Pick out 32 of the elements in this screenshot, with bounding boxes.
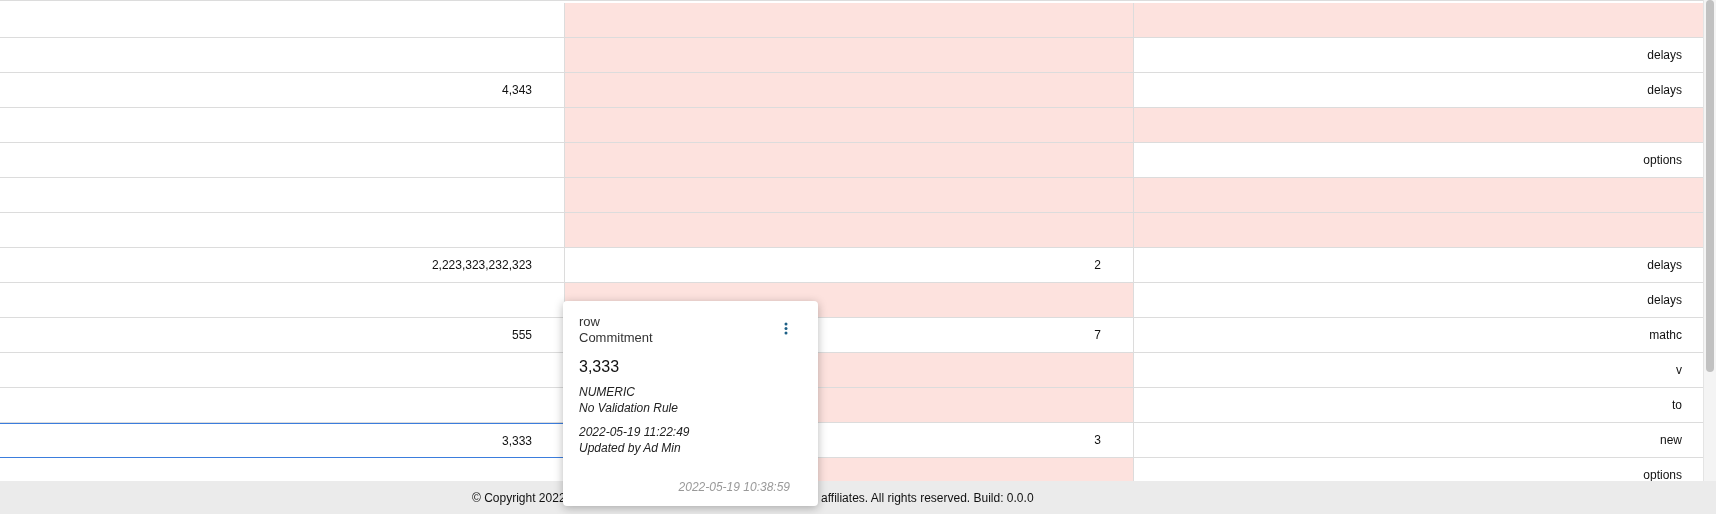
table-cell[interactable] bbox=[1133, 213, 1703, 248]
table-cell[interactable]: delays bbox=[1133, 38, 1703, 73]
table-cell[interactable]: mathc bbox=[1133, 318, 1703, 353]
table-cell[interactable] bbox=[564, 108, 1133, 143]
table-cell[interactable]: 2 bbox=[564, 248, 1133, 283]
table-cell[interactable]: delays bbox=[1133, 283, 1703, 318]
table-cell[interactable] bbox=[564, 73, 1133, 108]
table-cell[interactable]: delays bbox=[1133, 248, 1703, 283]
table-cell[interactable]: options bbox=[1133, 143, 1703, 178]
table-cell[interactable] bbox=[564, 178, 1133, 213]
table-cell[interactable] bbox=[564, 213, 1133, 248]
copyright-text: affiliates. All rights reserved. Build: 0.0.0 bbox=[821, 490, 1034, 505]
updated-by-text: Updated by Ad Min bbox=[579, 440, 682, 456]
table-cell[interactable]: 3,333 bbox=[0, 423, 564, 458]
table-cell[interactable]: new bbox=[1133, 423, 1703, 458]
updated-time-text: 2022-05-19 11:22:49 bbox=[579, 424, 691, 440]
table-cell[interactable] bbox=[564, 143, 1133, 178]
table-cell[interactable]: delays bbox=[1133, 73, 1703, 108]
popup-column-name: Commitment bbox=[579, 330, 653, 346]
table-cell[interactable]: v bbox=[1133, 353, 1703, 388]
table-cell[interactable] bbox=[564, 3, 1133, 38]
data-type-text: NUMERIC bbox=[579, 384, 636, 400]
table-cell[interactable] bbox=[1133, 3, 1703, 38]
validation-text: No Validation Rule bbox=[579, 400, 679, 416]
table-cell[interactable]: to bbox=[1133, 388, 1703, 423]
popup-value: 3,333 bbox=[579, 358, 621, 376]
table-cell[interactable] bbox=[564, 38, 1133, 73]
table-cell[interactable] bbox=[1133, 178, 1703, 213]
created-time-text: 2022-05-19 10:38:59 bbox=[678, 480, 790, 494]
table-cell[interactable] bbox=[1133, 108, 1703, 143]
more-options-icon[interactable] bbox=[784, 322, 788, 335]
scrollbar-thumb[interactable] bbox=[1706, 0, 1714, 372]
